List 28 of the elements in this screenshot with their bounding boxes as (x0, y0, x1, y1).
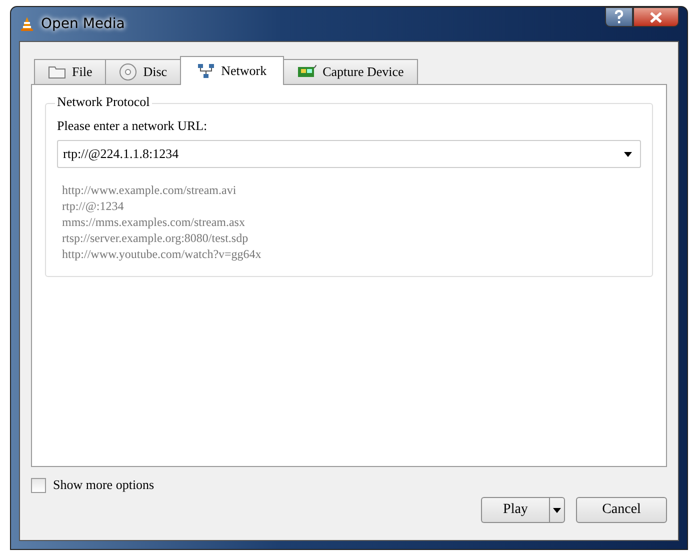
close-icon (650, 12, 662, 22)
checkbox-label: Show more options (53, 477, 154, 493)
example-url: rtsp://server.example.org:8080/test.sdp (62, 230, 248, 246)
example-url: http://www.youtube.com/watch?v=gg64x (62, 246, 262, 262)
help-button[interactable] (605, 7, 633, 27)
tab[interactable]: File (34, 59, 106, 84)
example-url: rtp://@:1234 (62, 198, 124, 214)
dropdown-button[interactable] (549, 497, 565, 523)
tab[interactable]: Network (180, 56, 284, 85)
checkbox[interactable] (31, 478, 46, 492)
example-url: mms://mms.examples.com/stream.asx (62, 214, 245, 230)
folder-icon (48, 65, 66, 79)
url-combobox[interactable]: rtp://@224.1.1.8:1234 (57, 140, 641, 168)
close-button[interactable] (633, 7, 679, 27)
tab[interactable]: Disc (105, 59, 182, 84)
url-label: Please enter a network URL: (57, 118, 208, 134)
card-icon (296, 65, 317, 79)
cone-icon (19, 16, 35, 32)
disc-icon (119, 63, 138, 81)
dropdown-arrow-icon (624, 152, 632, 156)
caret-icon (553, 508, 561, 512)
tab[interactable]: Capture Device (282, 59, 418, 84)
play-button[interactable]: Play (481, 497, 549, 523)
window-title: Open Media (41, 16, 125, 32)
cancel-button[interactable]: Cancel (576, 497, 667, 523)
example-url: http://www.example.com/stream.avi (62, 182, 236, 198)
help-icon (614, 10, 624, 24)
network-icon (197, 63, 216, 79)
